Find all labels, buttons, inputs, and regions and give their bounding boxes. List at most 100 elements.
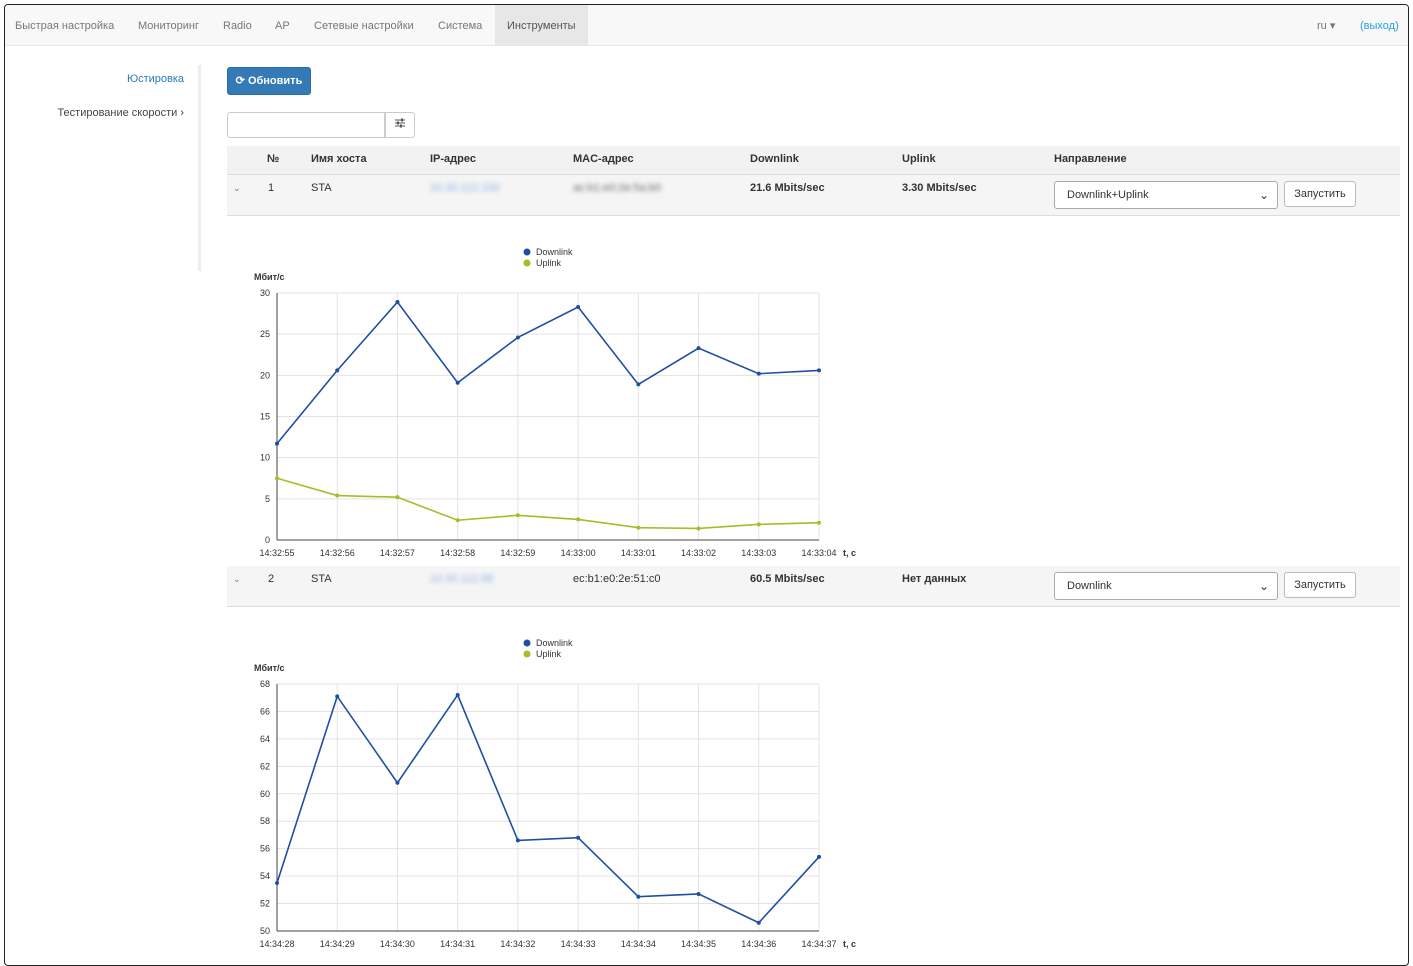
app-frame: Быстрая настройка Мониторинг Radio AP Се… <box>4 4 1409 966</box>
data-point <box>756 371 761 376</box>
x-tick-label: 14:33:01 <box>621 548 656 558</box>
table-row: ⌄ 2 STA 10.30.112.88 ec:b1:e0:2e:51:c0 6… <box>227 566 1400 607</box>
nav-monitoring[interactable]: Мониторинг <box>138 5 199 46</box>
x-tick-label: 14:32:59 <box>500 548 535 558</box>
nav-radio[interactable]: Radio <box>223 5 252 46</box>
y-tick-label: 15 <box>260 412 270 422</box>
run-button[interactable]: Запустить <box>1284 181 1356 207</box>
direction-select[interactable]: Downlink+Uplink ⌄ <box>1054 181 1278 209</box>
x-tick-label: 14:32:58 <box>440 548 475 558</box>
data-point <box>455 380 460 385</box>
data-point <box>636 525 641 530</box>
x-tick-label: 14:33:02 <box>681 548 716 558</box>
col-uplink: Uplink <box>902 153 936 165</box>
legend-label: Downlink <box>536 247 573 257</box>
data-point <box>395 495 400 500</box>
refresh-button[interactable]: ⟳ Обновить <box>227 67 311 95</box>
chevron-down-icon[interactable]: ⌄ <box>233 566 241 592</box>
x-tick-label: 14:34:34 <box>621 939 656 949</box>
col-number: № <box>267 153 280 165</box>
series-line <box>276 477 820 530</box>
row-ip: 10.30.112.100 <box>430 182 500 194</box>
chevron-down-icon[interactable]: ⌄ <box>233 175 241 201</box>
y-axis-label: Мбит/с <box>254 272 285 282</box>
sidebar-item-alignment[interactable]: Юстировка <box>127 73 184 85</box>
y-tick-label: 64 <box>260 734 270 744</box>
data-point <box>455 692 460 697</box>
x-tick-label: 14:34:37 <box>801 939 836 949</box>
direction-select-value: Downlink+Uplink <box>1067 189 1149 201</box>
nav-system[interactable]: Система <box>438 5 482 46</box>
data-point <box>335 493 340 498</box>
y-tick-label: 30 <box>260 288 270 298</box>
data-point <box>696 891 701 896</box>
data-point <box>817 520 821 525</box>
language-dropdown[interactable]: ru ▾ <box>1317 5 1335 46</box>
col-ip: IP-адрес <box>430 153 476 165</box>
y-tick-label: 60 <box>260 789 270 799</box>
data-point <box>515 838 520 843</box>
data-point <box>335 694 340 699</box>
x-tick-label: 14:34:28 <box>259 939 294 949</box>
sliders-icon <box>395 118 405 128</box>
data-point <box>576 304 581 309</box>
x-tick-label: 14:34:36 <box>741 939 776 949</box>
y-tick-label: 52 <box>260 899 270 909</box>
logout-link[interactable]: (выход) <box>1360 5 1399 46</box>
throughput-chart-1: 0 5 10 15 20 25 30 14:32:55 14:32:56 14:32:57 14:3… <box>254 247 856 558</box>
col-downlink: Downlink <box>750 153 799 165</box>
filter-input[interactable] <box>227 112 385 138</box>
data-point <box>576 835 581 840</box>
y-tick-label: 62 <box>260 761 270 771</box>
data-point <box>395 300 400 305</box>
y-tick-label: 58 <box>260 816 270 826</box>
x-axis-label: t, c <box>843 548 856 558</box>
data-point <box>515 513 520 518</box>
data-point <box>395 780 400 785</box>
y-tick-label: 54 <box>260 871 270 881</box>
col-direction: Направление <box>1054 153 1127 165</box>
refresh-icon: ⟳ <box>235 75 245 87</box>
data-point <box>455 518 460 523</box>
nav-ap[interactable]: AP <box>275 5 290 46</box>
x-tick-label: 14:34:33 <box>561 939 596 949</box>
data-point <box>275 476 279 481</box>
nav-quick-setup[interactable]: Быстрая настройка <box>15 5 114 46</box>
row-number: 1 <box>268 182 275 194</box>
row-uplink: Нет данных <box>902 573 967 585</box>
x-tick-label: 14:34:35 <box>681 939 716 949</box>
refresh-button-label: Обновить <box>247 75 303 87</box>
x-tick-label: 14:33:04 <box>801 548 836 558</box>
row-mac: ec:b1:e0:2e:51:c0 <box>573 573 661 585</box>
x-tick-label: 14:32:57 <box>380 548 415 558</box>
legend-label: Uplink <box>536 258 562 268</box>
data-point <box>335 368 340 373</box>
data-point <box>275 880 279 885</box>
y-tick-label: 56 <box>260 844 270 854</box>
data-point <box>696 346 701 351</box>
filter-settings-button[interactable] <box>385 112 415 138</box>
row-downlink: 21.6 Mbits/sec <box>750 182 825 194</box>
legend-marker <box>523 639 531 647</box>
x-tick-label: 14:34:31 <box>440 939 475 949</box>
chevron-down-icon: ⌄ <box>1258 579 1269 593</box>
row-downlink: 60.5 Mbits/sec <box>750 573 825 585</box>
sidebar: Юстировка Тестирование скорости › <box>5 65 201 271</box>
x-tick-label: 14:34:29 <box>320 939 355 949</box>
nav-tools[interactable]: Инструменты <box>495 5 588 46</box>
series-line <box>276 300 820 445</box>
x-axis-label: t, c <box>843 939 856 949</box>
y-tick-label: 0 <box>265 535 270 545</box>
x-tick-label: 14:33:00 <box>561 548 596 558</box>
run-button[interactable]: Запустить <box>1284 572 1356 598</box>
y-tick-label: 66 <box>260 706 270 716</box>
data-point <box>636 382 641 387</box>
row-hostname: STA <box>311 182 332 194</box>
data-point <box>756 920 761 925</box>
x-tick-label: 14:33:03 <box>741 548 776 558</box>
throughput-chart-2: 50 52 54 56 58 60 62 64 66 68 14:34:28 14:34:29 14:3… <box>254 638 856 949</box>
row-number: 2 <box>268 573 275 585</box>
nav-network-settings[interactable]: Сетевые настройки <box>314 5 414 46</box>
direction-select[interactable]: Downlink ⌄ <box>1054 572 1278 600</box>
sidebar-item-speed-test[interactable]: Тестирование скорости › <box>57 107 184 119</box>
